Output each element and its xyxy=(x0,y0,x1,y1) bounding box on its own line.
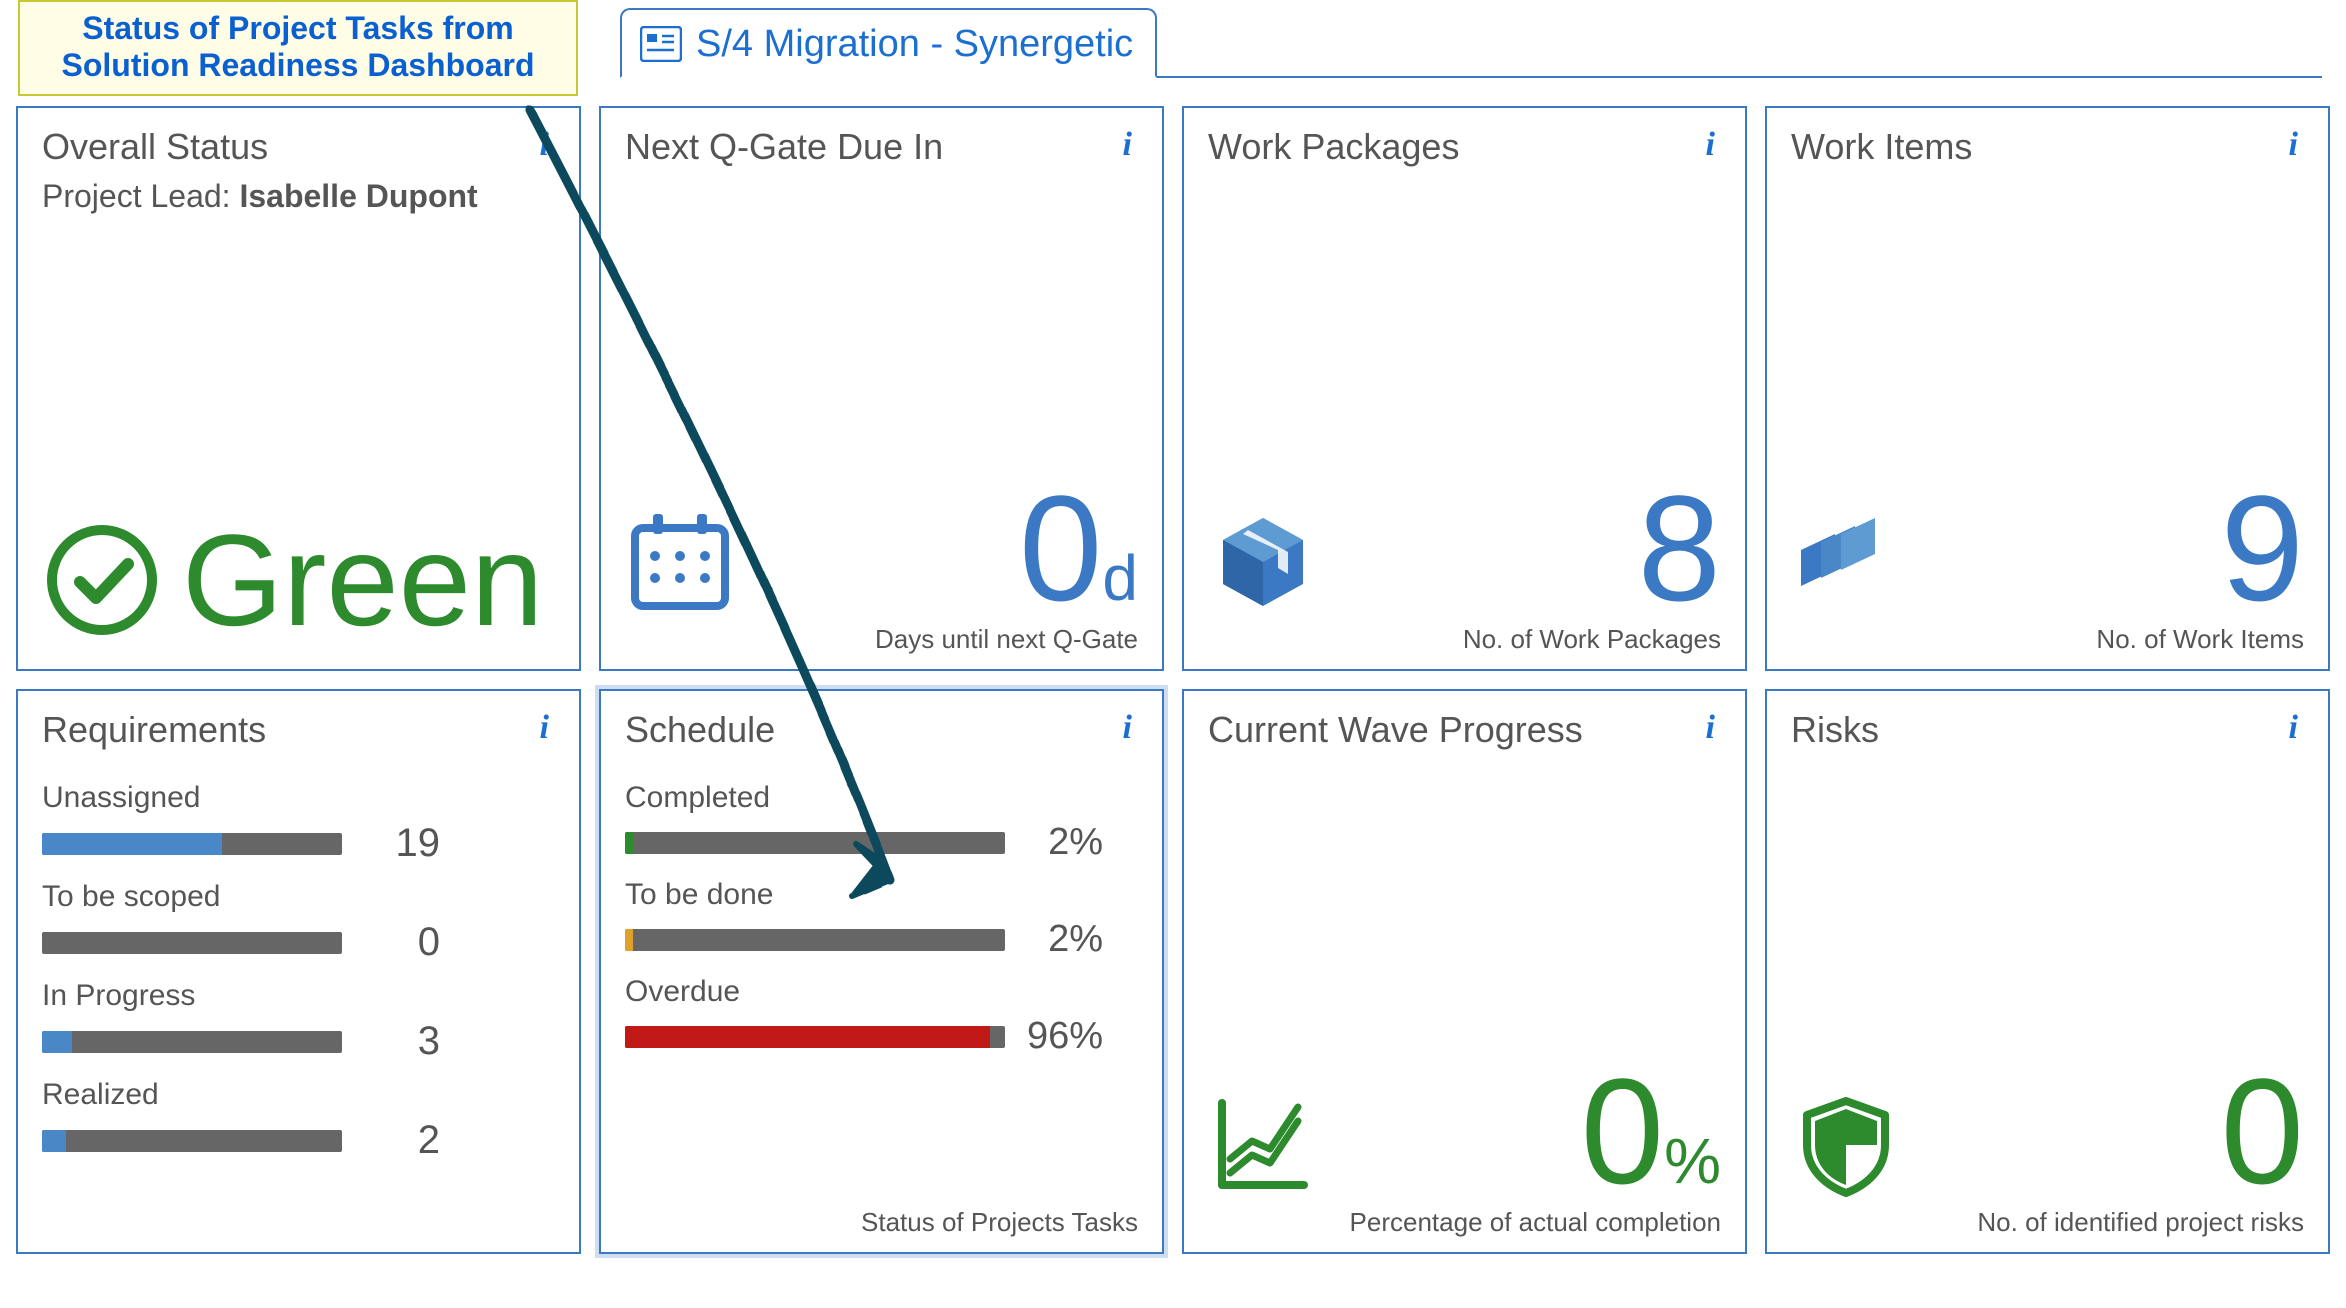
bar-value: 3 xyxy=(360,1019,440,1064)
bar-label: Completed xyxy=(625,781,1138,815)
bar-label: In Progress xyxy=(42,979,555,1013)
bar-track xyxy=(625,929,1005,951)
bar-label: To be done xyxy=(625,878,1138,912)
bar-row: 2 xyxy=(42,1118,555,1163)
tile-title: Next Q-Gate Due In xyxy=(625,126,943,168)
tile-overall-status[interactable]: Overall Status i Project Lead: Isabelle … xyxy=(16,106,581,671)
bar-label: Overdue xyxy=(625,975,1138,1009)
linechart-icon xyxy=(1208,1089,1318,1199)
bar-row: 2% xyxy=(625,918,1138,961)
tile-title: Work Packages xyxy=(1208,126,1459,168)
bar-item: In Progress 3 xyxy=(42,979,555,1064)
bar-fill xyxy=(42,1130,66,1152)
tile-work-items[interactable]: Work Items i 9 No. of Work Items xyxy=(1765,106,2330,671)
tile-footer: Status of Projects Tasks xyxy=(625,1207,1138,1238)
bar-label: Unassigned xyxy=(42,781,555,815)
bar-track xyxy=(42,833,342,855)
info-icon[interactable]: i xyxy=(1117,709,1138,747)
info-icon[interactable]: i xyxy=(534,126,555,164)
bar-fill xyxy=(625,929,633,951)
bar-item: Unassigned 19 xyxy=(42,781,555,866)
bar-track xyxy=(42,1031,342,1053)
bar-item: To be done 2% xyxy=(625,878,1138,961)
bar-row: 2% xyxy=(625,821,1138,864)
info-icon[interactable]: i xyxy=(1117,126,1138,164)
tile-title: Work Items xyxy=(1791,126,1972,168)
bar-row: 3 xyxy=(42,1019,555,1064)
bar-value: 2% xyxy=(1023,821,1103,864)
checkmark-circle-icon xyxy=(42,520,162,640)
tile-schedule[interactable]: Schedule i Completed 2% To be done 2% Overdu… xyxy=(599,689,1164,1254)
callout-line-1: Status of Project Tasks from xyxy=(30,10,566,47)
bar-fill xyxy=(42,833,222,855)
tile-work-packages[interactable]: Work Packages i 8 No. of Work Pack xyxy=(1182,106,1747,671)
info-icon[interactable]: i xyxy=(2283,126,2304,164)
tile-footer: Percentage of actual completion xyxy=(1208,1207,1721,1238)
bar-value: 0 xyxy=(360,920,440,965)
tile-title: Current Wave Progress xyxy=(1208,709,1583,751)
bar-row: 19 xyxy=(42,821,555,866)
bar-track xyxy=(42,1130,342,1152)
bar-label: Realized xyxy=(42,1078,555,1112)
bar-label: To be scoped xyxy=(42,880,555,914)
risks-value: 0 xyxy=(2221,1064,2304,1199)
tile-footer: No. of identified project risks xyxy=(1791,1207,2304,1238)
tile-title: Schedule xyxy=(625,709,775,751)
card-icon xyxy=(640,26,682,62)
tile-title: Overall Status xyxy=(42,126,268,168)
tile-title: Requirements xyxy=(42,709,266,751)
bar-track xyxy=(42,932,342,954)
dashboard-stage: Status of Project Tasks from Solution Re… xyxy=(0,0,2346,1308)
tile-risks[interactable]: Risks i 0 No. of identified project risk… xyxy=(1765,689,2330,1254)
tab-label: S/4 Migration - Synergetic xyxy=(696,23,1133,66)
bar-track xyxy=(625,832,1005,854)
bar-fill xyxy=(625,1026,990,1048)
stack-icon xyxy=(1791,506,1901,616)
work-items-value: 9 xyxy=(2221,481,2304,616)
bar-value: 96% xyxy=(1023,1015,1103,1058)
wave-value: 0% xyxy=(1581,1064,1721,1199)
tile-footer: No. of Work Packages xyxy=(1208,624,1721,655)
status-text: Green xyxy=(182,515,543,645)
qgate-value: 0d xyxy=(1019,481,1138,616)
bar-item: Realized 2 xyxy=(42,1078,555,1163)
tile-title: Risks xyxy=(1791,709,1879,751)
tile-footer: Days until next Q-Gate xyxy=(625,624,1138,655)
callout-line-2: Solution Readiness Dashboard xyxy=(30,47,566,84)
info-icon[interactable]: i xyxy=(1700,126,1721,164)
bar-fill xyxy=(625,832,633,854)
project-lead: Project Lead: Isabelle Dupont xyxy=(42,178,555,215)
status-row: Green xyxy=(42,515,555,645)
tile-requirements[interactable]: Requirements i Unassigned 19 To be scoped 0… xyxy=(16,689,581,1254)
shield-icon xyxy=(1791,1089,1901,1199)
bar-row: 0 xyxy=(42,920,555,965)
bar-value: 2 xyxy=(360,1118,440,1163)
bar-value: 2% xyxy=(1023,918,1103,961)
tab-project[interactable]: S/4 Migration - Synergetic xyxy=(620,8,1157,78)
info-icon[interactable]: i xyxy=(2283,709,2304,747)
work-packages-value: 8 xyxy=(1638,481,1721,616)
bar-item: Completed 2% xyxy=(625,781,1138,864)
bar-item: Overdue 96% xyxy=(625,975,1138,1058)
requirements-barlist: Unassigned 19 To be scoped 0 In Progress 3 Rea… xyxy=(42,781,555,1163)
info-icon[interactable]: i xyxy=(534,709,555,747)
bar-item: To be scoped 0 xyxy=(42,880,555,965)
bar-row: 96% xyxy=(625,1015,1138,1058)
info-icon[interactable]: i xyxy=(1700,709,1721,747)
bar-track xyxy=(625,1026,1005,1048)
tile-grid: Overall Status i Project Lead: Isabelle … xyxy=(16,106,2330,1254)
calendar-icon xyxy=(625,506,735,616)
tile-next-qgate[interactable]: Next Q-Gate Due In i xyxy=(599,106,1164,671)
callout-box: Status of Project Tasks from Solution Re… xyxy=(18,0,578,96)
bar-value: 19 xyxy=(360,821,440,866)
schedule-barlist: Completed 2% To be done 2% Overdue 96% xyxy=(625,781,1138,1058)
bar-fill xyxy=(42,1031,72,1053)
package-icon xyxy=(1208,506,1318,616)
tile-current-wave[interactable]: Current Wave Progress i 0% xyxy=(1182,689,1747,1254)
tile-footer: No. of Work Items xyxy=(1791,624,2304,655)
